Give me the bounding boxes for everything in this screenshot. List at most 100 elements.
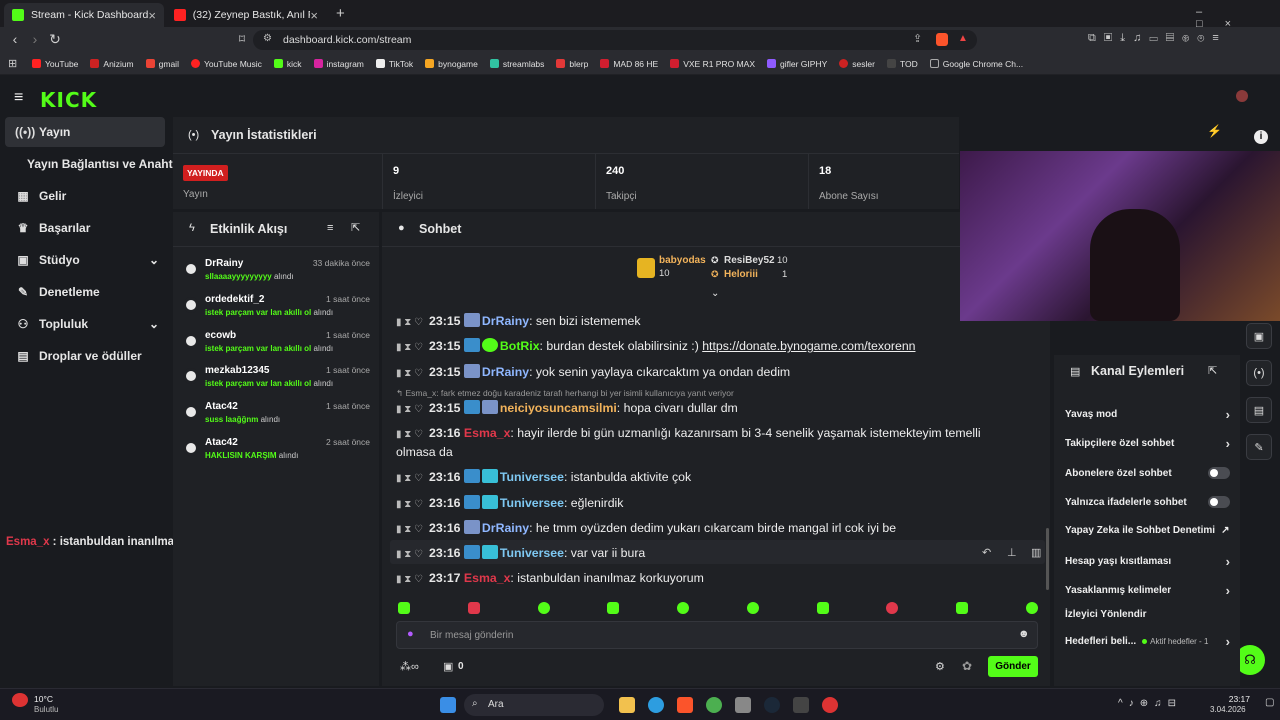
chat-scrollbar[interactable] (1046, 528, 1049, 590)
emote-icon[interactable] (537, 602, 550, 614)
chrome-icon[interactable] (706, 697, 722, 713)
mod-action-icons[interactable]: ▮ ⧗ ♡ (396, 524, 423, 535)
action-banned-words[interactable]: Yasaklanmış kelimeler › (1065, 583, 1230, 598)
file-explorer-icon[interactable] (619, 697, 635, 713)
sidebar-item-gelir[interactable]: ▦ Gelir (5, 181, 165, 211)
emote-icon[interactable] (1025, 602, 1038, 614)
layout-icon[interactable]: ▤ (1246, 397, 1272, 423)
share-icon[interactable]: ⇪ (913, 32, 922, 45)
chat-toggle-icon[interactable]: ▣ (1246, 323, 1272, 349)
mod-action-icons[interactable]: ▮ ⧗ ♡ (396, 429, 423, 440)
mod-action-icons[interactable]: ▮ ⧗ ♡ (396, 549, 423, 560)
emote-icon[interactable] (398, 602, 410, 614)
bookmark-anizium[interactable]: Anizium (90, 59, 134, 69)
bookmark-chrome[interactable]: Google Chrome Ch... (929, 59, 1023, 69)
sidebar-item-topluluk[interactable]: ⚇ Topluluk ⌄ (5, 309, 165, 339)
brave-rewards-icon[interactable]: ▲ (958, 33, 968, 44)
chevron-down-icon[interactable]: ⌄ (711, 288, 719, 299)
donation-link[interactable]: https://donate.bynogame.com/texorenn (702, 339, 915, 353)
chat-input[interactable]: ● Bir mesaj gönderin ☻ (396, 621, 1038, 649)
browser-toolbar-icons[interactable]: ⧉▣⤓♫▭▤⊛⊚≡ (1088, 32, 1227, 45)
new-tab-button[interactable]: + (336, 5, 345, 22)
action-slow-mode[interactable]: Yavaş mod › (1065, 407, 1230, 422)
action-account-age[interactable]: Hesap yaşı kısıtlaması › (1065, 554, 1230, 569)
action-followers-only[interactable]: Takipçilere özel sohbet › (1065, 436, 1230, 451)
mod-action-icons[interactable]: ▮ ⧗ ♡ (396, 499, 423, 510)
bookmark-giphy[interactable]: gifler GIPHY (767, 59, 827, 69)
settings-gear-icon[interactable]: ⚙ (935, 660, 945, 673)
bookmark-youtube[interactable]: YouTube (32, 59, 78, 69)
sidebar-item-yayin[interactable]: ((•)) Yayın (5, 117, 165, 147)
action-subs-only[interactable]: Abonelere özel sohbet (1065, 467, 1230, 479)
sidebar-item-stream-key[interactable]: Yayın Bağlantısı ve Anahtarı (5, 149, 187, 179)
sidebar-item-denetleme[interactable]: ✎ Denetleme (5, 277, 165, 307)
close-tab-icon[interactable]: × (148, 8, 156, 23)
address-bar[interactable]: ⚙ dashboard.kick.com/stream ⇪ ▲ (253, 30, 977, 50)
emote-icon[interactable] (956, 602, 969, 614)
microphone-icon[interactable]: ● (407, 628, 414, 640)
wrench-tool-icon[interactable]: ✎ (1246, 434, 1272, 460)
bookmark-streamlabs[interactable]: streamlabs (489, 59, 544, 69)
system-tray-icons[interactable]: ^♪⊕♫⊟ (1118, 698, 1182, 709)
close-tab-icon[interactable]: × (310, 8, 318, 23)
tab-kick-dashboard[interactable]: Stream - Kick Dashboard × (4, 3, 164, 27)
bookmark-tiktok[interactable]: TikTok (375, 59, 413, 69)
popout-icon[interactable]: ⇱ (351, 221, 360, 234)
broadcast-toggle-icon[interactable]: (•) (1246, 360, 1272, 386)
tab-youtube[interactable]: (32) Zeynep Bastık, Anıl Piyancı - × (166, 3, 326, 27)
mod-action-icons[interactable]: ▮ ⧗ ♡ (396, 473, 423, 484)
kick-logo[interactable]: KICK (40, 88, 97, 112)
bookmark-youtube-music[interactable]: YouTube Music (190, 59, 262, 69)
emote-icon[interactable] (677, 602, 690, 614)
bookmark-kick[interactable]: kick (273, 59, 302, 69)
user-points-icon[interactable]: ⁂∞ (400, 660, 419, 673)
mod-action-icons[interactable]: ▮ ⧗ ♡ (396, 342, 423, 353)
emote-picker-icon[interactable]: ✿ (962, 659, 972, 673)
delete-icon[interactable]: ▥ (1031, 546, 1041, 559)
send-button[interactable]: Gönder (988, 656, 1038, 677)
bookmark-tod[interactable]: TOD (886, 59, 918, 69)
steam-icon[interactable] (764, 697, 780, 713)
bookmark-mad[interactable]: MAD 86 HE (600, 59, 658, 69)
store-icon[interactable] (735, 697, 751, 713)
mod-action-icons[interactable]: ▮ ⧗ ♡ (396, 404, 423, 415)
windows-start-icon[interactable] (440, 697, 456, 713)
user-avatar[interactable] (1236, 90, 1248, 102)
info-icon[interactable]: i (1254, 130, 1268, 144)
bookmark-sesler[interactable]: sesler (839, 59, 875, 69)
site-info-icon[interactable]: ⚙ (263, 33, 272, 44)
emoji-icon[interactable]: ☻ (1018, 628, 1030, 640)
action-emotes-only[interactable]: Yalnızca ifadelerle sohbet (1065, 496, 1230, 508)
brave-icon[interactable] (677, 697, 693, 713)
emote-icon[interactable] (607, 602, 620, 614)
subs-only-toggle[interactable] (1208, 467, 1230, 479)
sidebar-item-studyo[interactable]: ▣ Stüdyo ⌄ (5, 245, 165, 275)
mod-action-icons[interactable]: ▮ ⧗ ♡ (396, 574, 423, 585)
mod-action-icons[interactable]: ▮ ⧗ ♡ (396, 317, 423, 328)
apps-grid-icon[interactable]: ⊞ (8, 57, 17, 70)
recorder-icon[interactable] (822, 697, 838, 713)
popout-icon[interactable]: ⇱ (1208, 364, 1217, 377)
mod-action-icons[interactable]: ▮ ⧗ ♡ (396, 368, 423, 379)
notifications-icon[interactable]: ▢ (1265, 697, 1274, 708)
emote-icon[interactable] (746, 602, 759, 614)
reload-icon[interactable]: ↻ (45, 31, 65, 48)
filter-icon[interactable]: ≡ (327, 222, 333, 234)
edge-icon[interactable] (648, 697, 664, 713)
brave-shield-icon[interactable] (936, 33, 948, 46)
action-goals[interactable]: Hedefleri beli... Aktif hedefler - 1 › (1065, 634, 1230, 649)
sidebar-item-basarilar[interactable]: ♛ Başarılar (5, 213, 165, 243)
pin-icon[interactable]: ⊥ (1007, 546, 1017, 559)
chat-message[interactable]: ▮ ⧗ ♡ 23:16 Tuniversee: var var ii bura (396, 545, 645, 560)
emotes-only-toggle[interactable] (1208, 496, 1230, 508)
action-raid[interactable]: İzleyici Yönlendir (1065, 609, 1230, 620)
bookmark-gmail[interactable]: gmail (145, 59, 179, 69)
bookmark-blerp[interactable]: blerp (556, 59, 588, 69)
emote-icon[interactable] (886, 602, 899, 614)
bookmark-icon[interactable]: ⌑ (232, 32, 252, 46)
bookmark-vxe[interactable]: VXE R1 PRO MAX (670, 59, 755, 69)
action-ai-moderation[interactable]: Yapay Zeka ile Sohbet Denetimi ↗ (1065, 525, 1230, 536)
bookmark-instagram[interactable]: instagram (313, 59, 364, 69)
reply-icon[interactable]: ↶ (982, 546, 991, 559)
sidebar-item-droplar[interactable]: ▤ Droplar ve ödüller (5, 341, 165, 371)
